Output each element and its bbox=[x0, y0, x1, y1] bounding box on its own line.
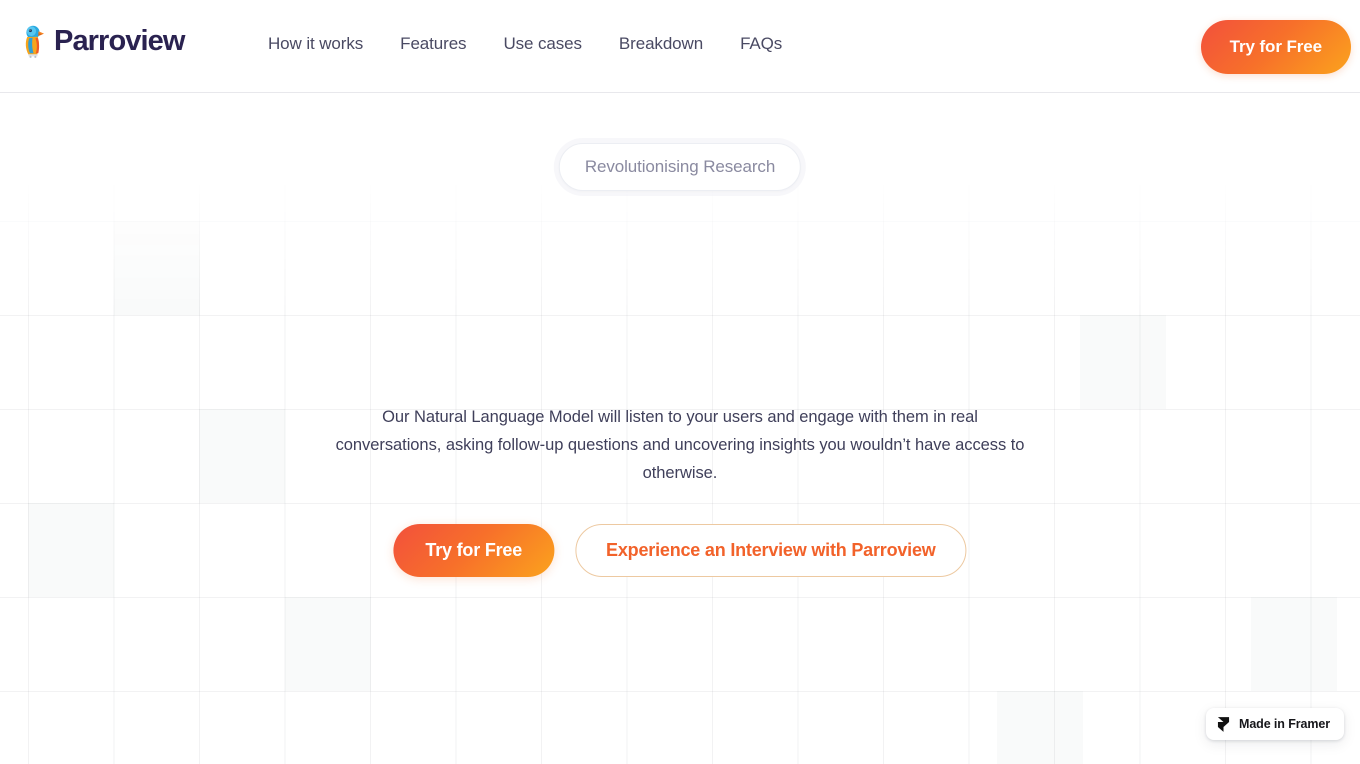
hero-try-for-free-button[interactable]: Try for Free bbox=[393, 524, 555, 577]
landing-page: Parroview How it works Features Use case… bbox=[0, 0, 1360, 764]
hero-badge-wrapper: Revolutionising Research bbox=[558, 143, 802, 191]
hero-subtitle: Our Natural Language Model will listen t… bbox=[335, 408, 1025, 482]
hero-experience-interview-button[interactable]: Experience an Interview with Parroview bbox=[575, 524, 967, 577]
brand-name: Parroview bbox=[54, 24, 185, 57]
nav-item-how-it-works[interactable]: How it works bbox=[268, 34, 363, 54]
nav-item-use-cases[interactable]: Use cases bbox=[503, 34, 582, 54]
site-header: Parroview How it works Features Use case… bbox=[0, 0, 1360, 93]
framer-logo-icon bbox=[1217, 716, 1230, 732]
nav-item-features[interactable]: Features bbox=[400, 34, 466, 54]
brand-logo[interactable]: Parroview bbox=[20, 24, 185, 58]
hero-section: Revolutionising Research Our Natural Lan… bbox=[0, 93, 1360, 764]
made-in-framer-badge[interactable]: Made in Framer bbox=[1206, 708, 1344, 740]
hero-actions: Try for Free Experience an Interview wit… bbox=[393, 524, 967, 577]
made-in-framer-label: Made in Framer bbox=[1239, 717, 1330, 731]
nav-item-faqs[interactable]: FAQs bbox=[740, 34, 782, 54]
parrot-icon bbox=[25, 25, 44, 58]
header-try-for-free-button[interactable]: Try for Free bbox=[1200, 20, 1351, 74]
nav-item-breakdown[interactable]: Breakdown bbox=[619, 34, 703, 54]
primary-nav: How it works Features Use cases Breakdow… bbox=[268, 34, 782, 54]
hero-badge: Revolutionising Research bbox=[558, 143, 802, 191]
